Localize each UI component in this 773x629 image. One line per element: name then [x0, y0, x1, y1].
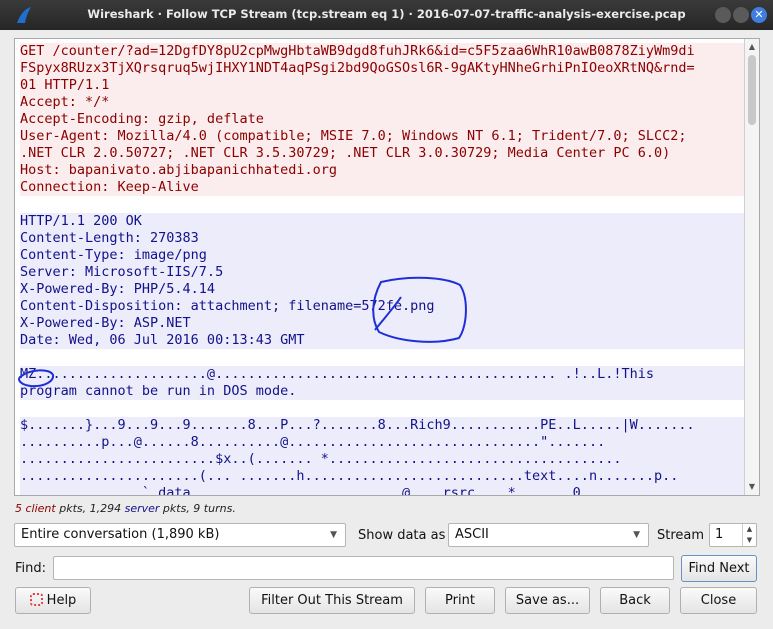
server-headers-block: HTTP/1.1 200 OK Content-Length: 270383 C… — [20, 213, 744, 349]
stream-line: ......................(... .......h.....… — [20, 468, 744, 485]
help-button[interactable]: Help — [15, 587, 91, 614]
chevron-down-icon: ▼ — [633, 530, 640, 540]
stream-line: Date: Wed, 06 Jul 2016 00:13:43 GMT — [20, 332, 744, 349]
stream-line: 01 HTTP/1.1 — [20, 77, 744, 94]
back-button[interactable]: Back — [600, 587, 670, 614]
stream-number-stepper[interactable]: 1 ▲ ▼ — [709, 523, 757, 547]
chevron-down-icon: ▼ — [330, 530, 337, 540]
packet-stats: 5 client pkts, 1,294 server pkts, 9 turn… — [15, 502, 236, 515]
filter-out-stream-button[interactable]: Filter Out This Stream — [249, 587, 415, 614]
stepper-arrows-icon[interactable]: ▲ ▼ — [742, 524, 756, 546]
conversation-value: Entire conversation (1,890 kB) — [21, 527, 220, 542]
stream-line: Host: bapanivato.abjibapanichhatedi.org — [20, 162, 744, 179]
stream-line: Content-Type: image/png — [20, 247, 744, 264]
stream-line: Content-Disposition: attachment; filenam… — [20, 298, 744, 315]
status-middle: pkts, 1,294 — [55, 502, 125, 515]
stream-line: Connection: Keep-Alive — [20, 179, 744, 196]
stream-line: HTTP/1.1 200 OK — [20, 213, 744, 230]
stream-line: User-Agent: Mozilla/4.0 (compatible; MSI… — [20, 128, 744, 145]
show-data-as-select[interactable]: ASCII ▼ — [448, 523, 649, 547]
stream-line: ........................$x..(....... *..… — [20, 451, 744, 468]
block-gap — [20, 349, 744, 366]
stream-line: GET /counter/?ad=12DgfDY8pU2cpMwgHbtaWB9… — [20, 43, 744, 60]
show-data-as-value: ASCII — [455, 527, 489, 542]
stream-line: Server: Microsoft-IIS/7.5 — [20, 264, 744, 281]
stream-content-pane[interactable]: GET /counter/?ad=12DgfDY8pU2cpMwgHbtaWB9… — [14, 38, 760, 496]
stream-line: program cannot be run in DOS mode. — [20, 383, 744, 400]
stream-line: Accept: */* — [20, 94, 744, 111]
stream-line: MZ.....................@................… — [20, 366, 744, 383]
stream-number-value: 1 — [715, 527, 724, 542]
vertical-scrollbar[interactable]: ▲ ▼ — [744, 39, 759, 495]
client-count: 5 client — [15, 502, 56, 515]
stream-line: .NET CLR 2.0.50727; .NET CLR 3.5.30729; … — [20, 145, 744, 162]
stream-label: Stream — [657, 528, 705, 543]
find-label: Find: — [15, 561, 47, 576]
stream-text: GET /counter/?ad=12DgfDY8pU2cpMwgHbtaWB9… — [20, 43, 744, 495]
server-count: server — [124, 502, 160, 515]
save-as-button[interactable]: Save as... — [505, 587, 590, 614]
stream-line: FSpyx8RUzx3TjXQrsqruq5wjIHXY1NDT4aqPSgi2… — [20, 60, 744, 77]
stream-line: ..........p...@......8..........@.......… — [20, 434, 744, 451]
client-request-block: GET /counter/?ad=12DgfDY8pU2cpMwgHbtaWB9… — [20, 43, 744, 196]
stream-line: X-Powered-By: PHP/5.4.14 — [20, 281, 744, 298]
scroll-up-icon[interactable]: ▲ — [745, 40, 759, 54]
block-gap — [20, 400, 744, 417]
find-next-button[interactable]: Find Next — [681, 555, 757, 582]
close-window-button[interactable]: ✕ — [751, 7, 767, 23]
title-bar: Wireshark · Follow TCP Stream (tcp.strea… — [0, 0, 773, 30]
server-body-block: $.......}...9...9...9.......8...P...?...… — [20, 417, 744, 495]
print-button[interactable]: Print — [425, 587, 495, 614]
scroll-down-icon[interactable]: ▼ — [745, 480, 759, 494]
stream-line: $.......}...9...9...9.......8...P...?...… — [20, 417, 744, 434]
server-body-block: MZ.....................@................… — [20, 366, 744, 400]
stream-line: ...............`.data...................… — [20, 485, 744, 495]
close-button[interactable]: Close — [680, 587, 757, 614]
help-label: Help — [46, 593, 77, 608]
conversation-select[interactable]: Entire conversation (1,890 kB) ▼ — [14, 523, 346, 547]
window-title: Wireshark · Follow TCP Stream (tcp.strea… — [87, 7, 686, 21]
show-data-as-label: Show data as — [358, 528, 446, 543]
stream-line: X-Powered-By: ASP.NET — [20, 315, 744, 332]
stream-line: Accept-Encoding: gzip, deflate — [20, 111, 744, 128]
maximize-button[interactable] — [733, 7, 749, 23]
scrollbar-thumb[interactable] — [748, 55, 756, 125]
stream-line: Content-Length: 270383 — [20, 230, 744, 247]
find-input[interactable] — [53, 556, 674, 580]
minimize-button[interactable] — [715, 7, 731, 23]
status-tail: pkts, 9 turns. — [159, 502, 236, 515]
block-gap — [20, 196, 744, 213]
help-icon — [29, 593, 43, 606]
